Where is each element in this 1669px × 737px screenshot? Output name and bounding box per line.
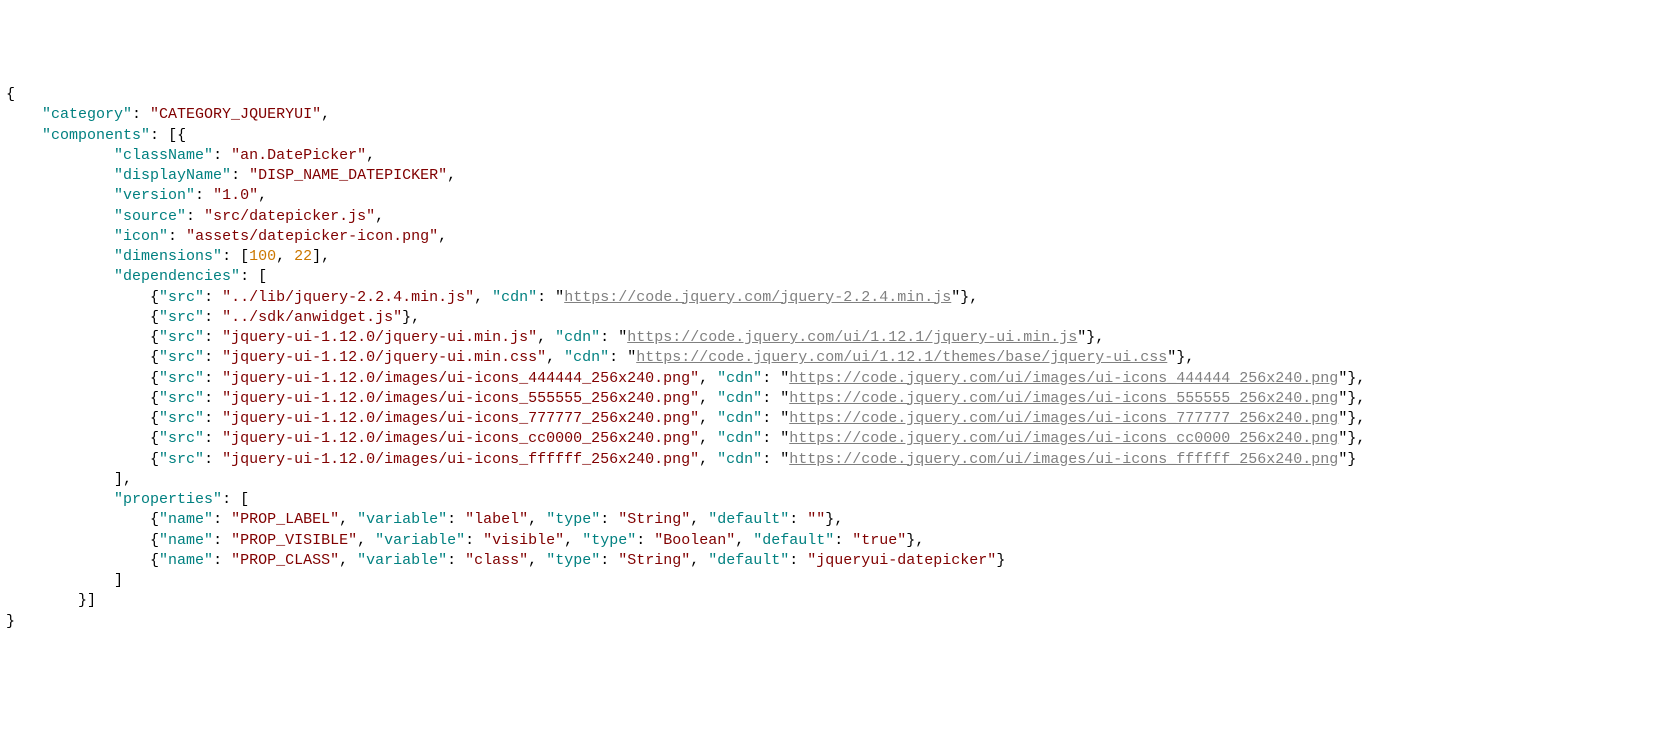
json-code-block: { "category": "CATEGORY_JQUERYUI", "comp… [6,85,1663,632]
